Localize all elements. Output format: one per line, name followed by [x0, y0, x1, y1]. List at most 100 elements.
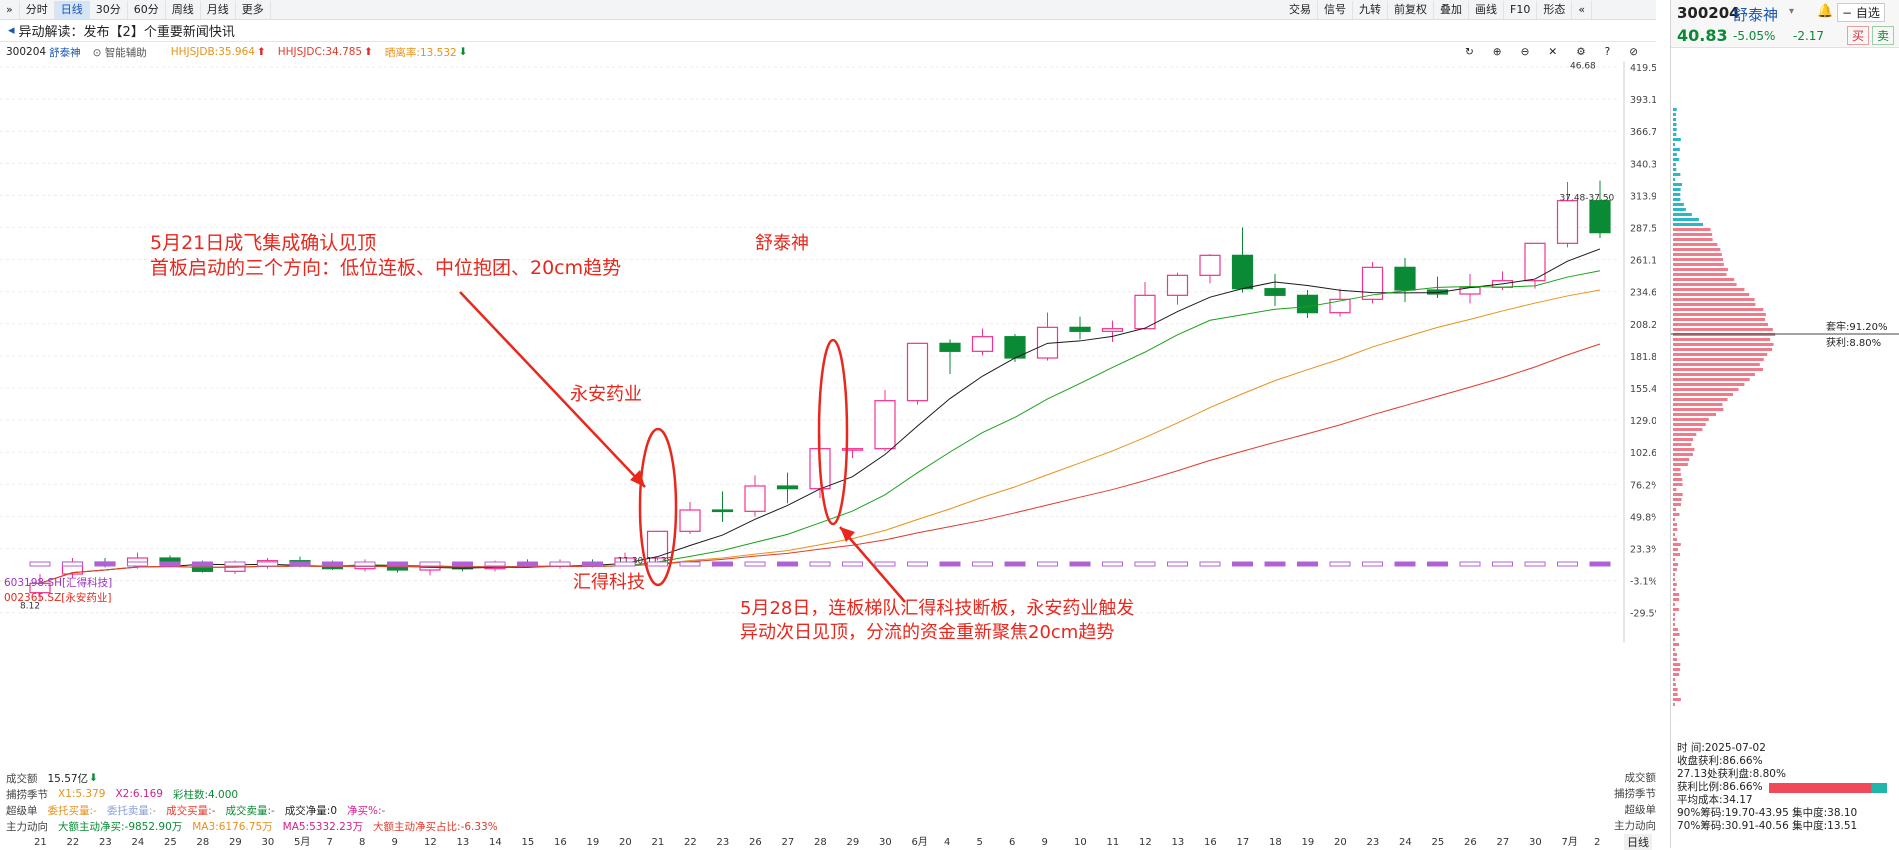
chip-bar	[1673, 618, 1675, 621]
chip-info: 时 间:2025-07-02 收盘获利:86.66% 27.13处获利盘:8.8…	[1677, 742, 1897, 833]
tab-more[interactable]: 更多	[236, 1, 271, 19]
zoom-in-icon[interactable]: ⊕	[1493, 46, 1502, 58]
chip-bar	[1673, 528, 1677, 531]
x-tick-label: 12	[424, 837, 437, 848]
indicator-code: 300204	[6, 46, 46, 58]
candle-body	[713, 510, 733, 512]
refresh-icon[interactable]: ↻	[1465, 46, 1474, 58]
chip-bar	[1673, 393, 1733, 396]
chip-bar	[1673, 233, 1712, 236]
x-tick-label: 5月	[294, 836, 310, 848]
x1-value: X1:5.379	[58, 788, 105, 800]
overlay-legend: 603198.SH[汇得科技]	[4, 576, 112, 589]
overlay-button[interactable]: 叠加	[1434, 1, 1469, 19]
expand-icon[interactable]: «	[1572, 1, 1592, 19]
chip-bar	[1673, 258, 1723, 261]
chip-bar	[1673, 138, 1681, 141]
chip-bar	[1673, 183, 1682, 186]
zoom-out-icon[interactable]: ⊖	[1521, 46, 1530, 58]
sell-button[interactable]: 卖	[1872, 26, 1894, 45]
y-tick-label: 261.1%	[1630, 256, 1656, 267]
settings-icon[interactable]: ⚙	[1576, 46, 1585, 58]
deal-net: 成交净量:0	[285, 803, 337, 818]
buy-button[interactable]: 买	[1847, 26, 1869, 45]
x-tick-label: 24	[132, 837, 145, 848]
chip-bar	[1673, 523, 1677, 526]
x-tick-label: 24	[1399, 837, 1412, 848]
x-axis: 21 22 23 24 25 28 29 30 5月 7 8 9 12 13 14 15 16 19 20 21 22 2…	[0, 834, 1656, 848]
x-tick-label: 19	[587, 837, 600, 848]
jiuzhuan-button[interactable]: 九转	[1353, 1, 1388, 19]
x-tick-label: 28	[197, 837, 210, 848]
f10-button[interactable]: F10	[1504, 1, 1537, 19]
indicator-bar	[1233, 562, 1253, 566]
indicator-bar	[63, 562, 83, 566]
chip-bar	[1673, 293, 1749, 296]
add-watchlist-button[interactable]: − 自选	[1837, 3, 1885, 22]
chip-bar	[1673, 633, 1680, 636]
indicator-bar	[518, 562, 538, 566]
indicator-name: 舒泰神	[49, 45, 81, 60]
chip-bar	[1673, 488, 1676, 491]
chip-bar	[1673, 203, 1684, 206]
tab-60min[interactable]: 60分	[128, 1, 166, 19]
trade-button[interactable]: 交易	[1283, 1, 1318, 19]
help-icon[interactable]: ?	[1605, 46, 1611, 58]
candle-body	[745, 486, 765, 511]
indicator-bar	[485, 562, 505, 566]
tab-30min[interactable]: 30分	[90, 1, 128, 19]
chip-bar	[1673, 328, 1773, 331]
chip-bar	[1673, 358, 1764, 361]
bell-icon[interactable]: 🔔	[1817, 4, 1833, 19]
chip-bar	[1673, 453, 1693, 456]
x-tick-label: 13	[1172, 837, 1185, 848]
indicator-bar	[1265, 562, 1285, 566]
news-bar[interactable]: ◂ 异动解读： 发布【2】个重要新闻快讯	[0, 20, 1656, 42]
chip-bar	[1673, 418, 1709, 421]
indicator-bar	[1395, 562, 1415, 566]
signal-button[interactable]: 信号	[1318, 1, 1353, 19]
tab-monthly[interactable]: 月线	[201, 1, 236, 19]
chip-bar	[1673, 438, 1693, 441]
tab-fenshi[interactable]: 分时	[20, 1, 55, 19]
deal-buy: 成交买量:-	[166, 803, 215, 818]
y-tick-label: 155.4%	[1630, 384, 1656, 395]
news-text[interactable]: 发布【2】个重要新闻快讯	[84, 21, 235, 40]
indicator-bar	[1460, 562, 1480, 566]
candle-body	[1590, 201, 1610, 233]
minimize-icon[interactable]: ⊘	[1629, 46, 1638, 58]
chip-bar	[1673, 248, 1720, 251]
close-icon[interactable]: ✕	[1548, 46, 1557, 58]
indicator-bar	[1525, 562, 1545, 566]
quote-header: 300204 舒泰神 ▾ 🔔 − 自选 40.83 -5.05% -2.17 买…	[1671, 0, 1899, 48]
assist-toggle[interactable]: ⊙ 智能辅助	[93, 45, 159, 60]
indicator-bar	[1103, 562, 1123, 566]
collapse-icon[interactable]: »	[0, 1, 20, 19]
indicator-bar	[843, 562, 863, 566]
up-arrow-icon: ⬆	[364, 46, 373, 58]
chip-bar	[1673, 663, 1680, 666]
draw-button[interactable]: 画线	[1469, 1, 1504, 19]
news-prefix: 异动解读：	[19, 21, 84, 40]
tab-daily[interactable]: 日线	[55, 1, 90, 19]
chip-bar	[1673, 348, 1772, 351]
kline-chart[interactable]: 419.5% 393.1% 366.7% 340.3% 313.9% 287.5% 261.…	[0, 62, 1656, 842]
chip-bar	[1673, 178, 1675, 181]
indicator-bar	[258, 562, 278, 566]
chip-bar	[1673, 613, 1675, 616]
x-tick-label: 7	[327, 837, 333, 848]
fuquan-button[interactable]: 前复权	[1388, 1, 1434, 19]
chip-bar	[1673, 678, 1675, 681]
tab-weekly[interactable]: 周线	[166, 1, 201, 19]
strip-icons	[1575, 770, 1655, 834]
chip-bar	[1673, 338, 1770, 341]
chip-bar	[1673, 568, 1677, 571]
chip-bar	[1673, 223, 1703, 226]
chip-bar	[1673, 263, 1724, 266]
chip-bar	[1673, 318, 1765, 321]
y-tick-label: 340.3%	[1630, 159, 1656, 170]
dropdown-icon[interactable]: ▾	[1789, 6, 1794, 17]
chip-bar	[1673, 703, 1675, 706]
pattern-button[interactable]: 形态	[1537, 1, 1572, 19]
chip-bar	[1673, 538, 1677, 541]
